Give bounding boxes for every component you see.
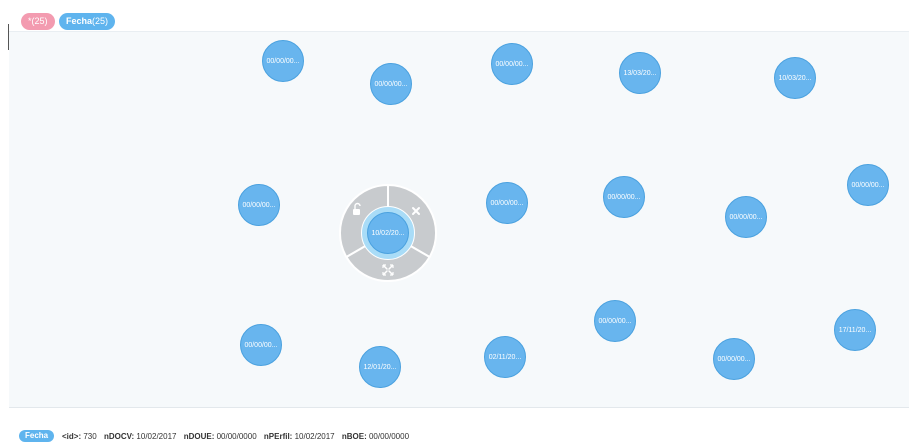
graph-node[interactable]: 13/03/20... — [619, 52, 661, 94]
prop-key-ndoue: nDOUE: — [183, 432, 215, 441]
graph-node[interactable]: 00/00/00... — [603, 176, 645, 218]
prop-key-nboe: nBOE: — [341, 432, 367, 441]
graph-node[interactable]: 17/11/20... — [834, 309, 876, 351]
footer-properties: <id>: 730 nDOCV: 10/02/2017 nDOUE: 00/00… — [62, 430, 409, 443]
graph-node[interactable]: 00/00/00... — [262, 40, 304, 82]
graph-node[interactable]: 02/11/20... — [484, 336, 526, 378]
prop-value-nperfil: 10/02/2017 — [294, 432, 335, 441]
prop-value-ndoue: 00/00/0000 — [216, 432, 257, 441]
prop-key-id: <id>: — [62, 432, 82, 441]
prop-key-ndocv: nDOCV: — [103, 432, 135, 441]
footer-label-pill[interactable]: Fecha — [19, 430, 55, 442]
legend-fecha-label: Fecha — [66, 16, 93, 26]
prop-value-ndocv: 10/02/2017 — [136, 432, 177, 441]
graph-node[interactable]: 00/00/00... — [238, 184, 280, 226]
selected-node[interactable]: 10/02/20... — [367, 212, 409, 254]
prop-key-nperfil: nPErfil: — [263, 432, 293, 441]
graph-node[interactable]: 00/00/00... — [486, 182, 528, 224]
graph-node[interactable]: 00/00/00... — [240, 324, 282, 366]
graph-node[interactable]: 12/01/20... — [359, 346, 401, 388]
legend-fecha-count: (25) — [92, 16, 109, 26]
legend-pill-fecha[interactable]: Fecha(25) — [59, 13, 116, 30]
legend-all-count: (25) — [31, 16, 48, 26]
graph-node[interactable]: 00/00/00... — [491, 43, 533, 85]
prop-value-id: 730 — [83, 432, 97, 441]
graph-node[interactable]: 00/00/00... — [847, 164, 889, 206]
graph-node[interactable]: 00/00/00... — [594, 300, 636, 342]
graph-node[interactable]: 00/00/00... — [370, 63, 412, 105]
properties-footer: Fecha <id>: 730 nDOCV: 10/02/2017 nDOUE:… — [0, 430, 909, 443]
graph-node[interactable]: 00/00/00... — [725, 196, 767, 238]
graph-canvas[interactable] — [9, 31, 909, 408]
graph-node[interactable]: 10/03/20... — [774, 57, 816, 99]
graph-node[interactable]: 00/00/00... — [713, 338, 755, 380]
legend-bar: *(25) Fecha(25) — [0, 0, 909, 31]
legend-pill-all[interactable]: *(25) — [21, 13, 55, 30]
prop-value-nboe: 00/00/0000 — [368, 432, 410, 441]
selected-node-halo: 10/02/20... — [361, 206, 415, 260]
